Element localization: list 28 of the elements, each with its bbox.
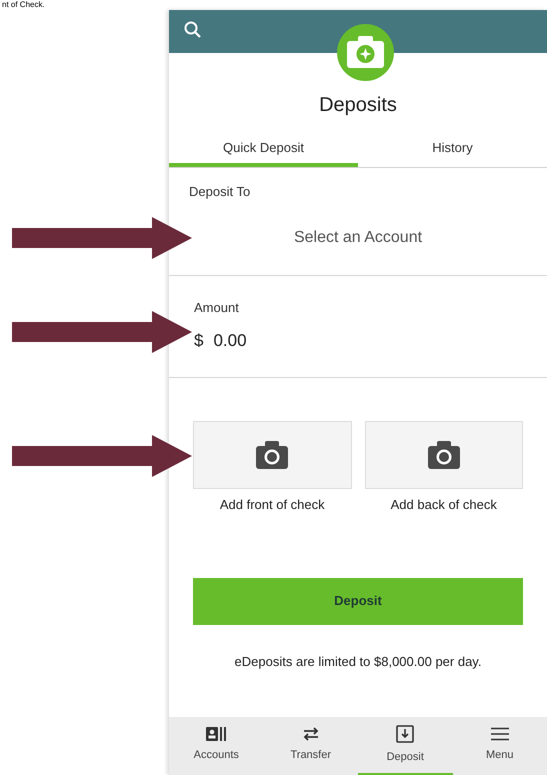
camera-plus-icon <box>337 24 394 81</box>
search-icon[interactable] <box>183 20 203 40</box>
check-photo-label: Add front of check <box>220 496 325 514</box>
field-label: Deposit To <box>189 183 250 201</box>
limit-note: eDeposits are limited to $8,000.00 per day. <box>234 652 482 671</box>
field-label: Amount <box>194 299 239 317</box>
nav-item[interactable]: Menu <box>452 717 547 775</box>
amount-field[interactable]: $ 0.00 <box>194 328 247 353</box>
amount-value: 0.00 <box>213 330 247 352</box>
tab[interactable]: History <box>358 133 547 167</box>
camera-icon <box>428 441 460 469</box>
check-photo-button[interactable] <box>364 421 523 489</box>
currency-symbol: $ <box>194 330 204 352</box>
tab[interactable]: Quick Deposit <box>169 133 358 167</box>
nav-item[interactable]: Accounts <box>169 717 264 775</box>
camera-icon <box>256 441 288 469</box>
menu-icon <box>490 726 509 741</box>
check-photo-label: Add back of check <box>390 496 497 514</box>
deposit-button[interactable]: Deposit <box>193 578 523 624</box>
document-heading: nt of Check. <box>2 0 45 10</box>
page-title: Deposits <box>318 93 398 117</box>
download-tray-icon <box>396 724 414 743</box>
swap-arrows-icon <box>302 726 320 741</box>
id-card-icon <box>206 726 226 741</box>
account-selector[interactable]: Select an Account <box>294 226 422 250</box>
nav-item[interactable]: Transfer <box>264 717 358 775</box>
check-photo-button[interactable] <box>193 421 352 489</box>
nav-item[interactable]: Deposit <box>358 717 452 775</box>
